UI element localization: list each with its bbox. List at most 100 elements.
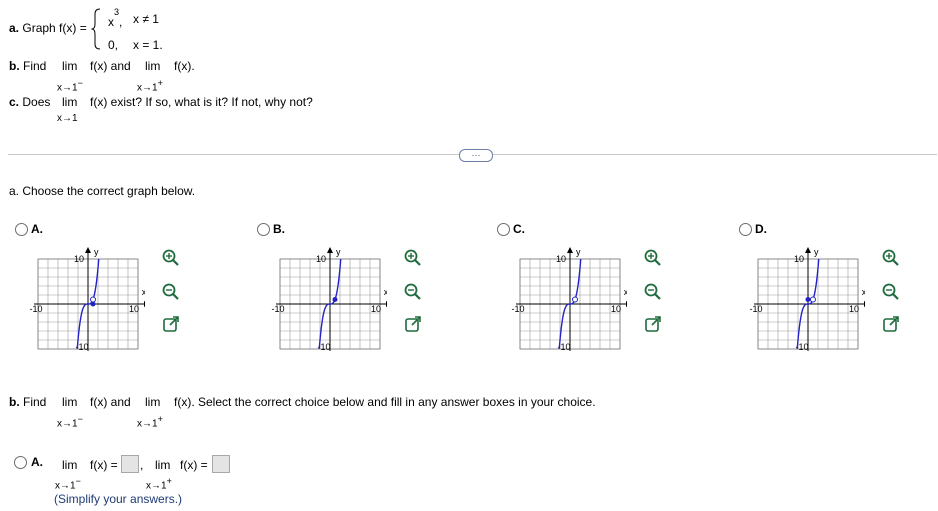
question-b: b. Find [9, 59, 46, 73]
piece1-exponent: 3 [114, 7, 120, 17]
more-button[interactable]: ··· [459, 149, 493, 162]
answer-a-lim1: lim [62, 458, 78, 472]
zoom-out-icon[interactable] [881, 282, 901, 302]
x-axis-arrow [626, 301, 627, 307]
question-b-f2: f(x). [174, 59, 195, 73]
question-b-find: Find [23, 59, 47, 73]
open-point [810, 296, 816, 303]
graph-option-a: yx10-10-10 10 [29, 247, 145, 352]
option-b-letter: B. [273, 222, 285, 236]
answer-a-f1: f(x) = [90, 458, 118, 472]
y-axis-arrow [327, 247, 333, 253]
x-axis-label: x [862, 287, 865, 297]
x-axis-arrow [144, 301, 145, 307]
y-axis-label: y [336, 247, 341, 257]
pop-out-icon[interactable] [643, 314, 663, 334]
filled-point [332, 297, 338, 302]
question-b-lim1: lim [62, 59, 78, 73]
part-b-find: Find [23, 395, 47, 409]
piece1-condition: x ≠ 1 [133, 12, 159, 26]
question-c-does: Does [22, 95, 51, 109]
question-c-sub: x→1 [57, 113, 78, 124]
option-c-letter: C. [513, 222, 525, 236]
y-axis-arrow [567, 247, 573, 253]
y-axis-label: y [94, 247, 99, 257]
brace-icon [91, 8, 101, 50]
answer-a-f2: f(x) = [180, 458, 208, 472]
part-b-prompt: b. Find [9, 395, 46, 409]
y-axis-arrow [85, 247, 91, 253]
question-b-sub1: x→1− [57, 78, 83, 94]
question-b-f1: f(x) and [90, 59, 131, 73]
x-tick-right: 10 [611, 304, 621, 314]
part-b-lim2: lim [145, 395, 161, 409]
option-b-radio[interactable] [257, 223, 270, 236]
option-c-radio[interactable] [497, 223, 510, 236]
x-tick-left: -10 [511, 304, 524, 314]
answer-a-lim2: lim [155, 458, 171, 472]
piece2-condition: x = 1. [133, 38, 163, 52]
x-tick-right: 10 [371, 304, 381, 314]
question-c: c. Does [9, 95, 50, 109]
answer-a-sub1: x→1− [55, 476, 81, 492]
part-b-sub1: x→1− [57, 414, 83, 430]
graph-option-b: yx10-10-10 10 [271, 247, 387, 352]
question-b-lim2: lim [145, 59, 161, 73]
y-tick-top: 10 [74, 254, 84, 264]
answer-a-letter: A. [31, 455, 43, 469]
option-d-radio[interactable] [739, 223, 752, 236]
zoom-in-icon[interactable] [161, 248, 181, 268]
zoom-out-icon[interactable] [161, 282, 181, 302]
pop-out-icon[interactable] [161, 314, 181, 334]
answer-a-radio[interactable] [14, 456, 27, 469]
zoom-out-icon[interactable] [643, 282, 663, 302]
y-axis-arrow [805, 247, 811, 253]
part-b-label: b. [9, 395, 20, 409]
question-a-label: a. [9, 21, 20, 35]
part-b-lim1: lim [62, 395, 78, 409]
y-axis-label: y [576, 247, 581, 257]
left-limit-answer-box[interactable] [121, 455, 139, 473]
x-axis-label: x [624, 287, 627, 297]
answer-a-comma: , [140, 458, 144, 472]
filled-point [90, 301, 96, 307]
open-point [90, 296, 96, 303]
question-a-text: Graph f(x) = [22, 21, 87, 35]
piece1: x3, [108, 7, 123, 29]
x-axis-label: x [384, 287, 387, 297]
filled-point [805, 297, 811, 302]
zoom-in-icon[interactable] [403, 248, 423, 268]
zoom-out-icon[interactable] [403, 282, 423, 302]
x-tick-left: -10 [29, 304, 42, 314]
pop-out-icon[interactable] [881, 314, 901, 334]
pop-out-icon[interactable] [403, 314, 423, 334]
x-tick-left: -10 [271, 304, 284, 314]
x-tick-left: -10 [749, 304, 762, 314]
y-axis-label: y [814, 247, 819, 257]
part-b-rest: f(x). Select the correct choice below an… [174, 395, 596, 409]
x-tick-right: 10 [129, 304, 139, 314]
y-tick-top: 10 [556, 254, 566, 264]
simplify-hint: (Simplify your answers.) [54, 492, 183, 506]
question-c-rest: f(x) exist? If so, what is it? If not, w… [90, 95, 313, 109]
part-a-prompt: a. Choose the correct graph below. [9, 184, 196, 198]
answer-a-sub2: x→1+ [146, 476, 172, 492]
open-point [572, 296, 578, 303]
zoom-in-icon[interactable] [881, 248, 901, 268]
x-axis-label: x [142, 287, 145, 297]
right-limit-answer-box[interactable] [212, 455, 230, 473]
x-tick-right: 10 [849, 304, 859, 314]
graph-option-c: yx10-10-10 10 [511, 247, 627, 352]
piece2-expr: 0, [108, 38, 119, 52]
question-c-lim: lim [62, 95, 78, 109]
graph-option-d: yx10-10-10 10 [749, 247, 865, 352]
question-c-label: c. [9, 95, 20, 109]
x-axis-arrow [386, 301, 387, 307]
option-a-letter: A. [31, 222, 43, 236]
piece1-sep: , [119, 15, 123, 29]
option-a-radio[interactable] [15, 223, 28, 236]
y-tick-top: 10 [794, 254, 804, 264]
question-a: a. Graph f(x) = [9, 21, 87, 35]
zoom-in-icon[interactable] [643, 248, 663, 268]
question-b-sub2: x→1+ [137, 78, 163, 94]
